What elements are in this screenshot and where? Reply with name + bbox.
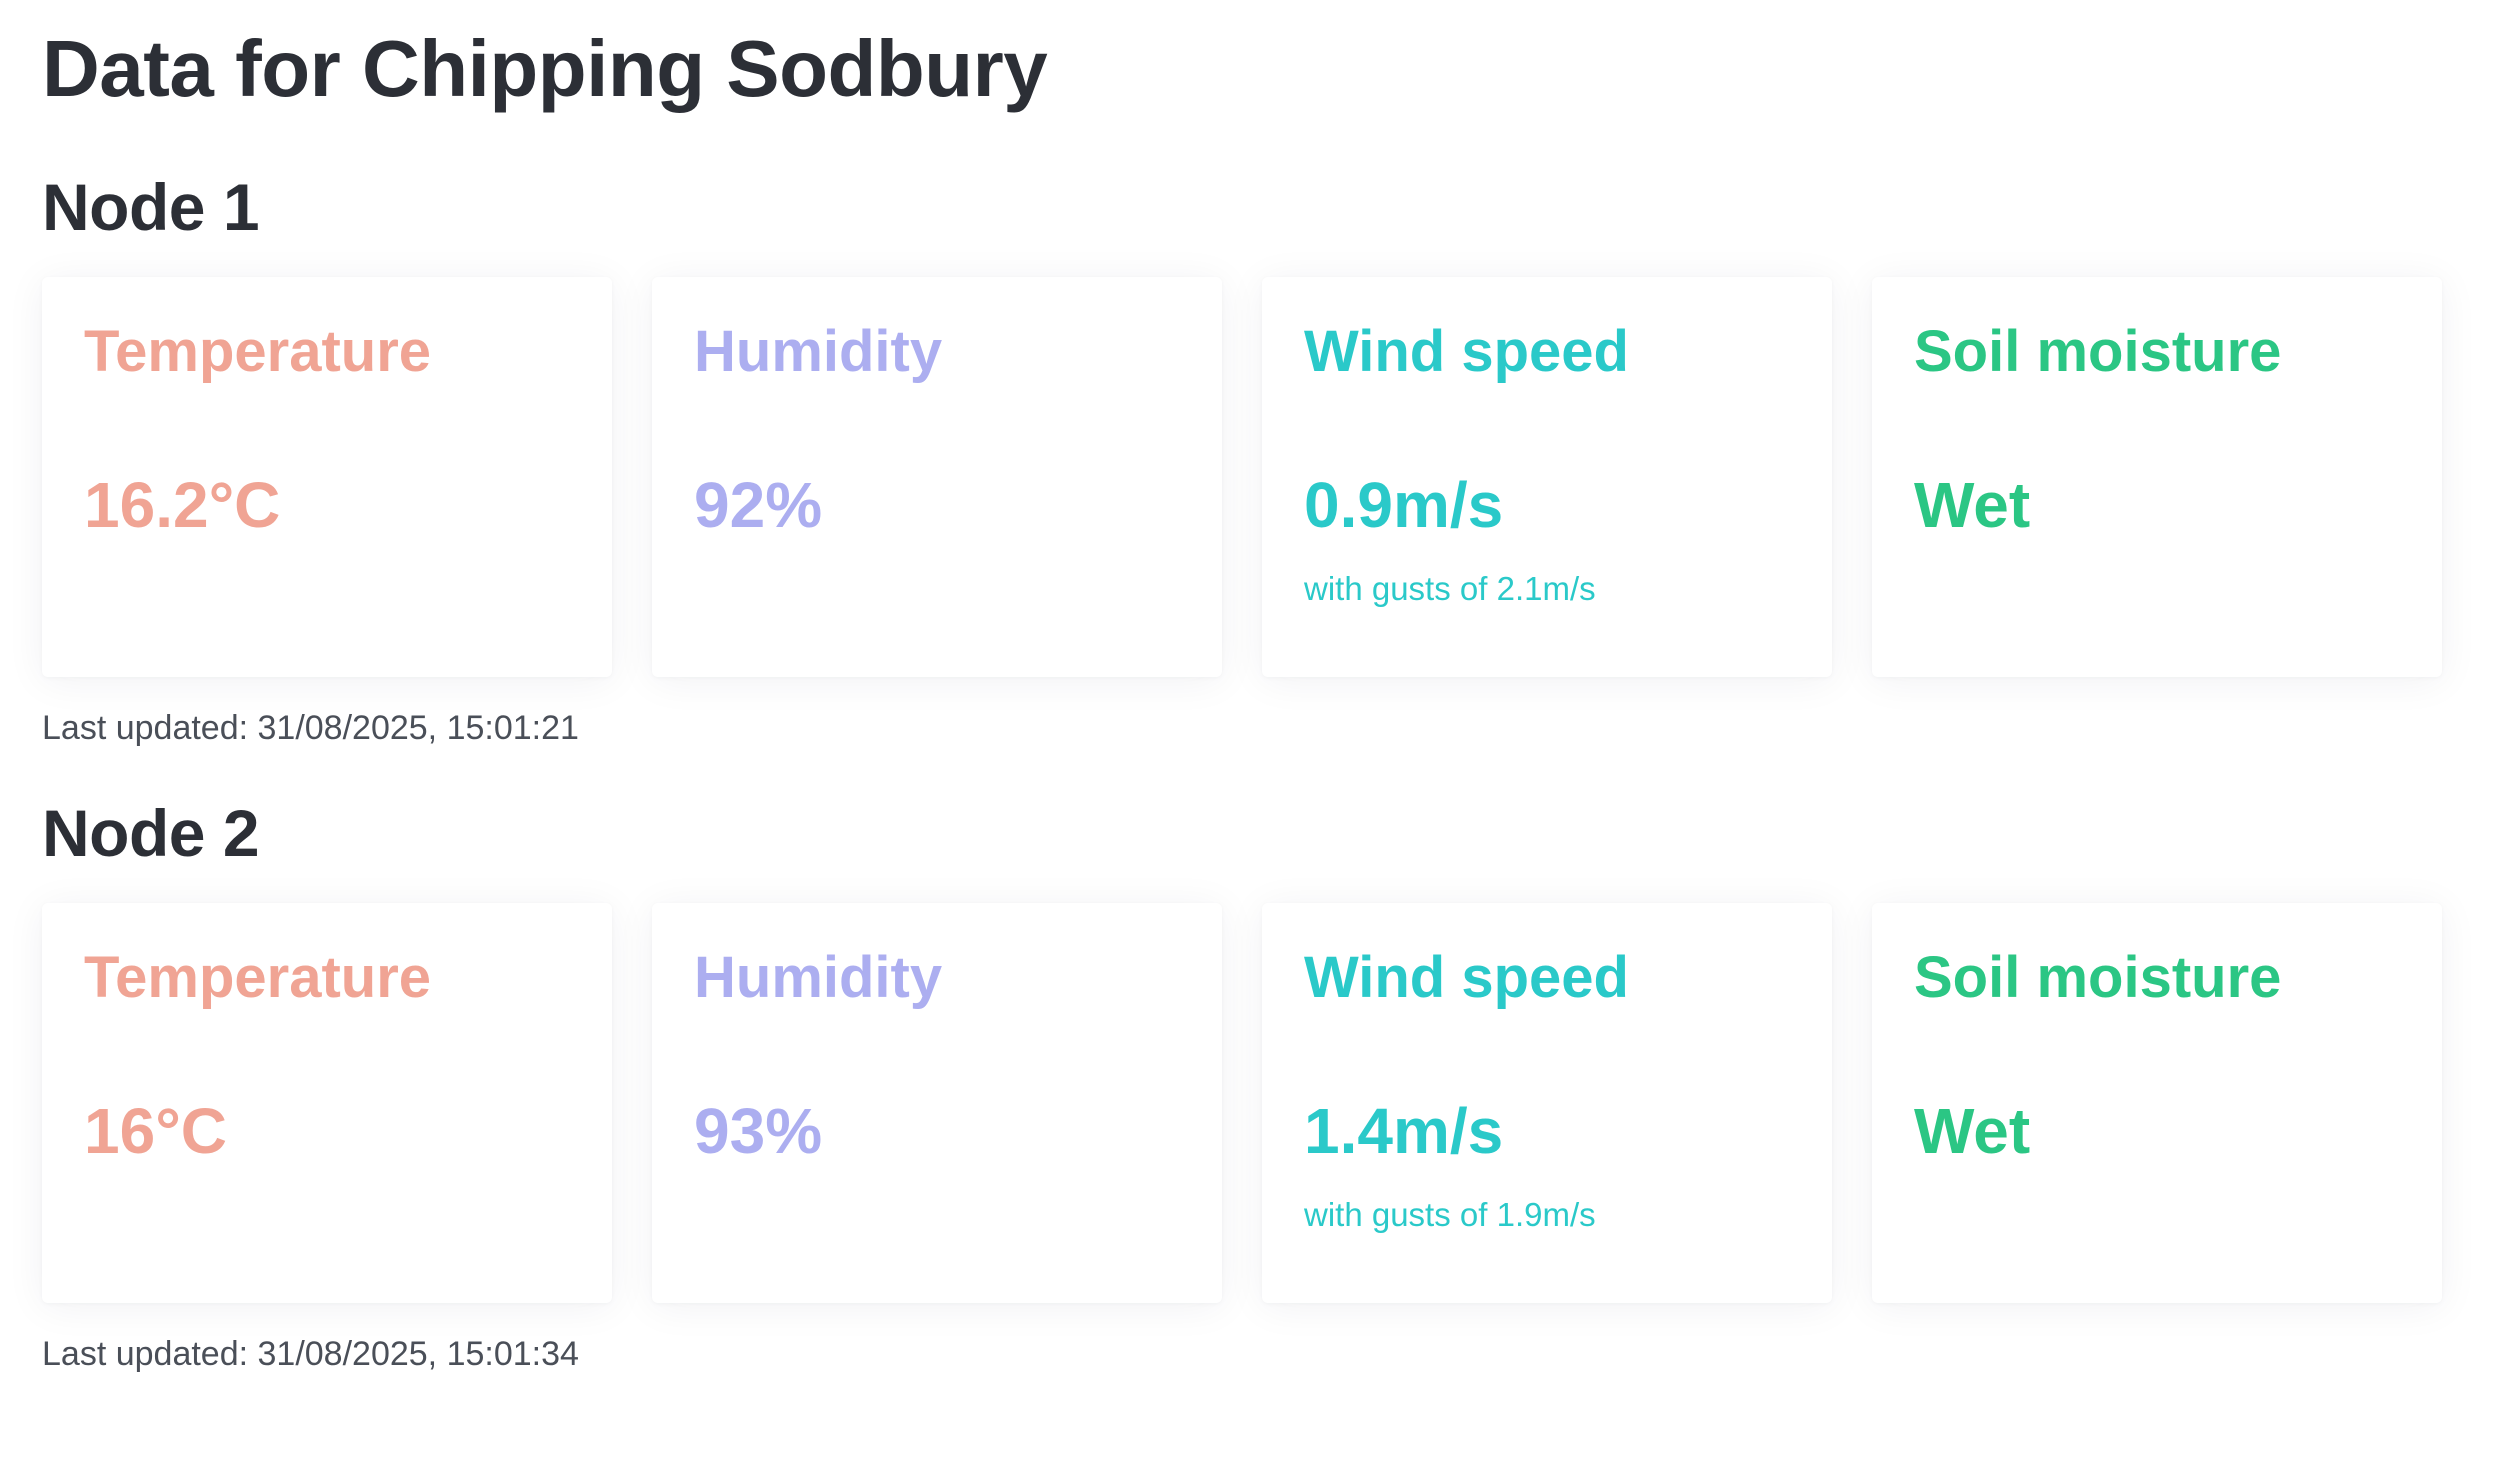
wind-speed-value: 1.4m/s	[1304, 1095, 1504, 1167]
wind-speed-card: Wind speed 0.9m/s with gusts of 2.1m/s	[1262, 277, 1832, 677]
soil-moisture-card: Soil moisture Wet	[1872, 277, 2442, 677]
sensor-cards: Temperature 16°C Humidity 93% Wind speed…	[42, 903, 2466, 1303]
temperature-label: Temperature	[84, 945, 432, 1010]
wind-speed-label: Wind speed	[1304, 945, 1629, 1010]
last-updated-text: Last updated: 31/08/2025, 15:01:21	[42, 709, 579, 747]
humidity-value: 93%	[694, 1095, 823, 1167]
sensor-cards: Temperature 16.2°C Humidity 92% Wind spe…	[42, 277, 2466, 677]
humidity-value: 92%	[694, 469, 823, 541]
temperature-label: Temperature	[84, 319, 432, 384]
node-section-2: Node 2 Temperature 16°C Humidity 93% Win…	[42, 793, 2466, 1375]
node-title: Node 1	[42, 170, 260, 244]
temperature-card: Temperature 16.2°C	[42, 277, 612, 677]
node-title: Node 2	[42, 796, 260, 870]
humidity-card: Humidity 93%	[652, 903, 1222, 1303]
soil-moisture-label: Soil moisture	[1914, 945, 2282, 1010]
node-section-1: Node 1 Temperature 16.2°C Humidity 92% W…	[42, 167, 2466, 749]
last-updated-text: Last updated: 31/08/2025, 15:01:34	[42, 1335, 579, 1373]
soil-moisture-card: Soil moisture Wet	[1872, 903, 2442, 1303]
dashboard-page: Data for Chipping Sodbury Node 1 Tempera…	[0, 0, 2508, 1464]
soil-moisture-value: Wet	[1914, 1095, 2031, 1167]
wind-speed-card: Wind speed 1.4m/s with gusts of 1.9m/s	[1262, 903, 1832, 1303]
wind-speed-label: Wind speed	[1304, 319, 1629, 384]
wind-gusts-text: with gusts of 2.1m/s	[1304, 570, 1596, 607]
page-title: Data for Chipping Sodbury	[42, 24, 1048, 113]
wind-gusts-text: with gusts of 1.9m/s	[1304, 1196, 1596, 1233]
soil-moisture-value: Wet	[1914, 469, 2031, 541]
temperature-card: Temperature 16°C	[42, 903, 612, 1303]
humidity-label: Humidity	[694, 945, 943, 1010]
soil-moisture-label: Soil moisture	[1914, 319, 2282, 384]
temperature-value: 16.2°C	[84, 469, 281, 541]
humidity-card: Humidity 92%	[652, 277, 1222, 677]
temperature-value: 16°C	[84, 1095, 227, 1167]
wind-speed-value: 0.9m/s	[1304, 469, 1504, 541]
humidity-label: Humidity	[694, 319, 943, 384]
